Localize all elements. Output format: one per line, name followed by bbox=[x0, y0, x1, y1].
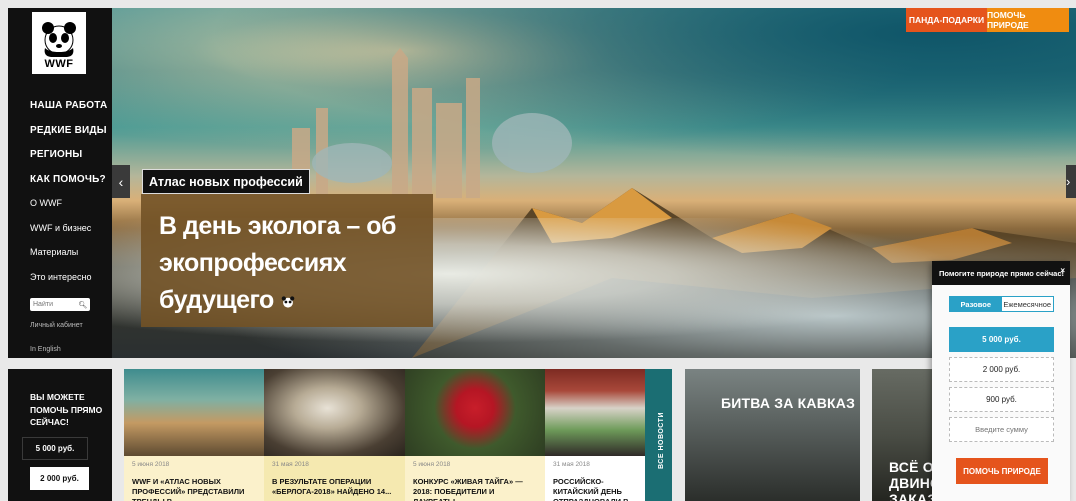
feature-title-line: ДВИНС bbox=[889, 475, 938, 491]
news-meta: 31 мая 2018 РОССИЙСКО-КИТАЙСКИЙ ДЕНЬ ОТП… bbox=[545, 456, 645, 501]
news-card[interactable]: 5 июня 2018 КОНКУРС «ЖИВАЯ ТАЙГА» — 2018… bbox=[405, 369, 545, 501]
nav-item-interesting[interactable]: Это интересно bbox=[30, 272, 107, 297]
news-date: 5 июня 2018 bbox=[413, 461, 451, 468]
panda-icon bbox=[281, 296, 295, 308]
donate-amount-5000[interactable]: 5 000 руб. bbox=[949, 327, 1054, 352]
news-date: 31 мая 2018 bbox=[553, 461, 590, 468]
panda-icon bbox=[42, 22, 76, 57]
donate-popup-title: Помогите природе прямо сейчас! bbox=[939, 268, 1065, 278]
hero-headline-line-text: будущего bbox=[159, 286, 274, 314]
tab-one-time[interactable]: Разовое bbox=[950, 297, 1002, 311]
news-card[interactable]: 31 мая 2018 РОССИЙСКО-КИТАЙСКИЙ ДЕНЬ ОТП… bbox=[545, 369, 645, 501]
hero-headline-box[interactable]: В день эколога – об экопрофессиях будуще… bbox=[141, 194, 433, 327]
news-image bbox=[405, 369, 545, 456]
nav-item-regions[interactable]: РЕГИОНЫ bbox=[30, 149, 107, 174]
quick-donate-title-line: ВЫ МОЖЕТЕ bbox=[30, 392, 85, 402]
nav-item-business[interactable]: WWF и бизнес bbox=[30, 223, 107, 248]
donate-amount-2000[interactable]: 2 000 руб. bbox=[949, 357, 1054, 382]
news-title: КОНКУРС «ЖИВАЯ ТАЙГА» — 2018: ПОБЕДИТЕЛИ… bbox=[413, 477, 523, 501]
donate-amount-900[interactable]: 900 руб. bbox=[949, 387, 1054, 412]
hero-headline-line: В день эколога – об bbox=[159, 212, 396, 240]
nav-item-our-work[interactable]: НАША РАБОТА bbox=[30, 100, 107, 125]
search-input[interactable] bbox=[30, 298, 78, 311]
news-date: 5 июня 2018 bbox=[132, 461, 170, 468]
news-image bbox=[124, 369, 264, 456]
news-meta: 31 мая 2018 В РЕЗУЛЬТАТЕ ОПЕРАЦИИ «БЕРЛО… bbox=[264, 456, 405, 501]
news-card[interactable]: 5 июня 2018 WWF И «АТЛАС НОВЫХ ПРОФЕССИЙ… bbox=[124, 369, 264, 501]
donation-type-toggle: Разовое Ежемесячное bbox=[949, 296, 1054, 312]
quick-donate-title: ВЫ МОЖЕТЕ ПОМОЧЬ ПРЯМО СЕЙЧАС! bbox=[30, 391, 110, 429]
quick-donate-amount-5000[interactable]: 5 000 руб. bbox=[22, 437, 88, 460]
news-date: 31 мая 2018 bbox=[272, 461, 309, 468]
slider-prev-button[interactable]: ‹ bbox=[112, 165, 130, 198]
search-icon[interactable]: 🔍︎ bbox=[78, 301, 88, 309]
quick-donate-title-line: СЕЙЧАС! bbox=[30, 417, 69, 427]
help-nature-top-button[interactable]: ПОМОЧЬ ПРИРОДЕ bbox=[987, 8, 1069, 32]
sidebar: WWF НАША РАБОТА РЕДКИЕ ВИДЫ РЕГИОНЫ КАК … bbox=[8, 8, 112, 358]
main-nav: НАША РАБОТА РЕДКИЕ ВИДЫ РЕГИОНЫ КАК ПОМО… bbox=[30, 100, 107, 296]
panda-gifts-button[interactable]: ПАНДА-ПОДАРКИ bbox=[906, 8, 987, 32]
search-box: 🔍︎ bbox=[30, 298, 90, 311]
feature-title-line: ЗАКАЗ bbox=[889, 491, 937, 501]
wwf-logo[interactable]: WWF bbox=[30, 10, 88, 76]
nav-item-materials[interactable]: Материалы bbox=[30, 247, 107, 272]
news-meta: 5 июня 2018 WWF И «АТЛАС НОВЫХ ПРОФЕССИЙ… bbox=[124, 456, 264, 501]
nav-item-about[interactable]: О WWF bbox=[30, 198, 107, 223]
tab-monthly[interactable]: Ежемесячное bbox=[1001, 297, 1053, 311]
account-link[interactable]: Личный кабинет bbox=[30, 322, 83, 329]
news-title: РОССИЙСКО-КИТАЙСКИЙ ДЕНЬ ОТПРАЗДНОВАЛИ В… bbox=[553, 477, 629, 501]
all-news-label: ВСЕ НОВОСТИ bbox=[658, 412, 665, 469]
news-image bbox=[264, 369, 405, 456]
quick-donate-amount-2000[interactable]: 2 000 руб. bbox=[30, 467, 89, 490]
all-news-tab[interactable]: ВСЕ НОВОСТИ bbox=[645, 369, 672, 501]
feature-title-line: ВСЁ О С bbox=[889, 459, 938, 475]
help-nature-button[interactable]: ПОМОЧЬ ПРИРОДЕ bbox=[956, 458, 1048, 484]
donate-popup-header: Помогите природе прямо сейчас! × bbox=[932, 261, 1070, 285]
nav-item-how-to-help[interactable]: КАК ПОМОЧЬ? bbox=[30, 174, 107, 199]
news-title: В РЕЗУЛЬТАТЕ ОПЕРАЦИИ «БЕРЛОГА-2018» НАЙ… bbox=[272, 477, 392, 496]
quick-donate-title-line: ПОМОЧЬ ПРЯМО bbox=[30, 404, 103, 415]
slider-next-button[interactable]: › bbox=[1066, 165, 1076, 198]
news-title: WWF И «АТЛАС НОВЫХ ПРОФЕССИЙ» ПРЕДСТАВИЛ… bbox=[132, 477, 245, 501]
custom-amount-input[interactable] bbox=[949, 417, 1054, 442]
top-links: ПАНДА-ПОДАРКИ ПОМОЧЬ ПРИРОДЕ bbox=[906, 8, 1069, 32]
hero-tag[interactable]: Атлас новых профессий bbox=[142, 169, 310, 194]
news-image bbox=[545, 369, 645, 456]
feature-dvina[interactable]: ВСЁ О С ДВИНС ЗАКАЗ bbox=[872, 369, 938, 501]
feature-title: ВСЁ О С ДВИНС ЗАКАЗ bbox=[889, 459, 938, 501]
feature-title: БИТВА ЗА КАВКАЗ bbox=[721, 395, 856, 411]
hero-headline-line: экопрофессиях bbox=[159, 249, 347, 277]
news-card[interactable]: 31 мая 2018 В РЕЗУЛЬТАТЕ ОПЕРАЦИИ «БЕРЛО… bbox=[264, 369, 405, 501]
nav-item-rare-species[interactable]: РЕДКИЕ ВИДЫ bbox=[30, 125, 107, 150]
hero-headline: В день эколога – об экопрофессиях будуще… bbox=[159, 208, 415, 319]
hero-sky-dark bbox=[112, 8, 1076, 178]
donate-popup-body: Разовое Ежемесячное 5 000 руб. 2 000 руб… bbox=[932, 285, 1070, 501]
close-icon[interactable]: × bbox=[1060, 266, 1065, 275]
feature-caucasus[interactable]: БИТВА ЗА КАВКАЗ bbox=[685, 369, 860, 501]
english-link[interactable]: In English bbox=[30, 346, 61, 353]
news-meta: 5 июня 2018 КОНКУРС «ЖИВАЯ ТАЙГА» — 2018… bbox=[405, 456, 545, 501]
hero-headline-line: будущего bbox=[159, 282, 415, 319]
logo-text: WWF bbox=[44, 58, 74, 70]
